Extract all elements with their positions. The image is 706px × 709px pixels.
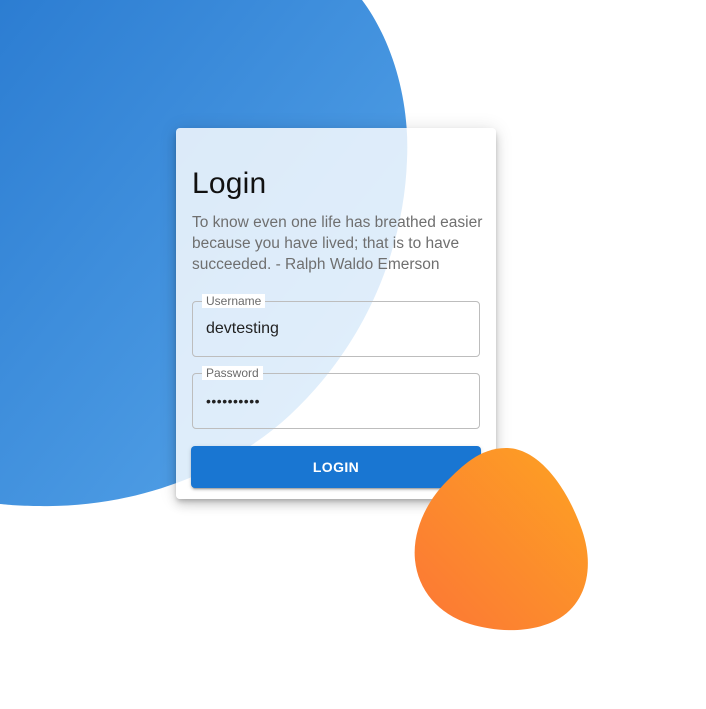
username-input[interactable]	[193, 302, 479, 356]
password-field: Password	[192, 366, 480, 429]
login-title: Login	[192, 167, 267, 200]
login-button[interactable]: LOGIN	[191, 446, 481, 488]
login-quote: To know even one life has breathed easie…	[192, 214, 483, 273]
login-card: Login To know even one life has breathed…	[176, 128, 496, 499]
username-field: Username	[192, 294, 480, 357]
password-input[interactable]	[193, 374, 479, 428]
